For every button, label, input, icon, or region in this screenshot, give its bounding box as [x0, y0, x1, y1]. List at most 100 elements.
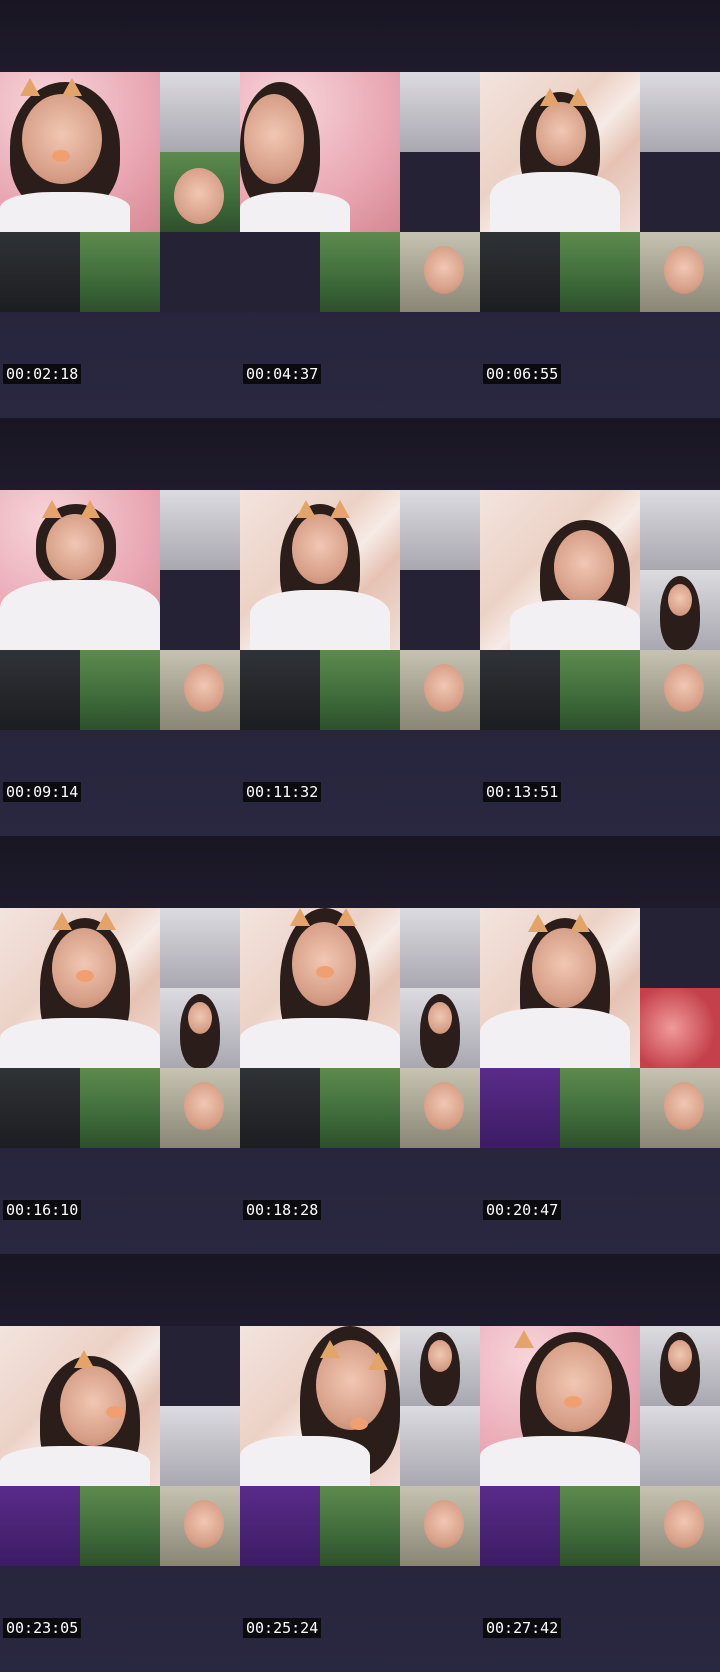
participant-tile-empty: [160, 1326, 240, 1406]
video-call-grid: [240, 490, 480, 730]
participant-tile-main: [0, 72, 160, 232]
video-call-grid: [480, 72, 720, 312]
participant-tile: [160, 650, 240, 730]
participant-tile: [160, 1068, 240, 1148]
participant-tile: [400, 1406, 480, 1486]
video-frame: 00:27:42: [480, 1254, 720, 1672]
participant-tile: [560, 650, 640, 730]
participant-tile: [640, 650, 720, 730]
video-frame: 00:25:24: [240, 1254, 480, 1672]
participant-tile: [640, 1068, 720, 1148]
participant-tile: [480, 232, 560, 312]
participant-tile: [80, 1068, 160, 1148]
participant-tile-main: [480, 1326, 640, 1486]
participant-tile: [160, 908, 240, 988]
video-frame: 00:13:51: [480, 418, 720, 836]
participant-tile: [640, 570, 720, 650]
participant-tile-main: [240, 1326, 400, 1486]
participant-tile: [160, 152, 240, 232]
participant-tile: [160, 1406, 240, 1486]
video-call-grid: [240, 1326, 480, 1566]
participant-tile: [240, 1068, 320, 1148]
thumbnail-grid: 00:02:18 00:04:37 00:06:55 00:09:14 00:1…: [0, 0, 720, 1672]
participant-tile: [400, 232, 480, 312]
participant-tile-empty: [400, 570, 480, 650]
participant-tile: [400, 1326, 480, 1406]
participant-tile: [160, 72, 240, 152]
participant-tile-empty: [160, 232, 240, 312]
timestamp-label: 00:25:24: [243, 1618, 322, 1638]
participant-tile-empty: [400, 152, 480, 232]
participant-tile: [640, 72, 720, 152]
video-call-grid: [0, 490, 240, 730]
participant-tile: [560, 232, 640, 312]
participant-tile: [400, 908, 480, 988]
participant-tile-empty: [640, 908, 720, 988]
participant-tile: [320, 1068, 400, 1148]
video-frame: 00:18:28: [240, 836, 480, 1254]
participant-tile: [400, 490, 480, 570]
participant-tile-main: [240, 72, 400, 232]
participant-tile: [640, 232, 720, 312]
participant-tile-main: [480, 908, 640, 1068]
participant-tile: [480, 1068, 560, 1148]
participant-tile: [400, 650, 480, 730]
video-frame: 00:23:05: [0, 1254, 240, 1672]
participant-tile: [80, 650, 160, 730]
participant-tile: [320, 232, 400, 312]
participant-tile: [80, 1486, 160, 1566]
participant-tile: [480, 650, 560, 730]
participant-tile: [240, 1486, 320, 1566]
video-call-grid: [480, 908, 720, 1148]
timestamp-label: 00:13:51: [483, 782, 562, 802]
participant-tile: [160, 1486, 240, 1566]
video-frame: 00:09:14: [0, 418, 240, 836]
video-frame: 00:06:55: [480, 0, 720, 418]
participant-tile-main: [0, 908, 160, 1068]
participant-tile: [560, 1068, 640, 1148]
timestamp-label: 00:06:55: [483, 364, 562, 384]
participant-tile: [400, 1068, 480, 1148]
participant-tile: [160, 988, 240, 1068]
timestamp-label: 00:04:37: [243, 364, 322, 384]
participant-tile-main: [0, 490, 160, 650]
participant-tile: [640, 1486, 720, 1566]
participant-tile: [640, 1406, 720, 1486]
timestamp-label: 00:11:32: [243, 782, 322, 802]
participant-tile-empty: [640, 152, 720, 232]
video-call-grid: [0, 1326, 240, 1566]
timestamp-label: 00:23:05: [3, 1618, 82, 1638]
video-frame: 00:04:37: [240, 0, 480, 418]
participant-tile: [560, 1486, 640, 1566]
participant-tile: [400, 988, 480, 1068]
participant-tile: [0, 1486, 80, 1566]
video-frame: 00:02:18: [0, 0, 240, 418]
participant-tile-empty: [240, 232, 320, 312]
timestamp-label: 00:16:10: [3, 1200, 82, 1220]
participant-tile: [240, 650, 320, 730]
video-call-grid: [240, 908, 480, 1148]
timestamp-label: 00:09:14: [3, 782, 82, 802]
participant-tile: [640, 490, 720, 570]
participant-tile: [640, 1326, 720, 1406]
participant-tile: [160, 490, 240, 570]
participant-tile-empty: [160, 570, 240, 650]
video-frame: 00:11:32: [240, 418, 480, 836]
participant-tile-main: [480, 72, 640, 232]
participant-tile: [320, 650, 400, 730]
video-call-grid: [0, 72, 240, 312]
participant-tile-main: [240, 490, 400, 650]
timestamp-label: 00:18:28: [243, 1200, 322, 1220]
participant-tile-main: [0, 1326, 160, 1486]
participant-tile: [400, 72, 480, 152]
video-call-grid: [480, 490, 720, 730]
video-frame: 00:20:47: [480, 836, 720, 1254]
video-frame: 00:16:10: [0, 836, 240, 1254]
participant-tile: [0, 232, 80, 312]
participant-tile: [480, 1486, 560, 1566]
timestamp-label: 00:27:42: [483, 1618, 562, 1638]
participant-tile: [640, 988, 720, 1068]
timestamp-label: 00:02:18: [3, 364, 82, 384]
video-call-grid: [0, 908, 240, 1148]
video-call-grid: [240, 72, 480, 312]
